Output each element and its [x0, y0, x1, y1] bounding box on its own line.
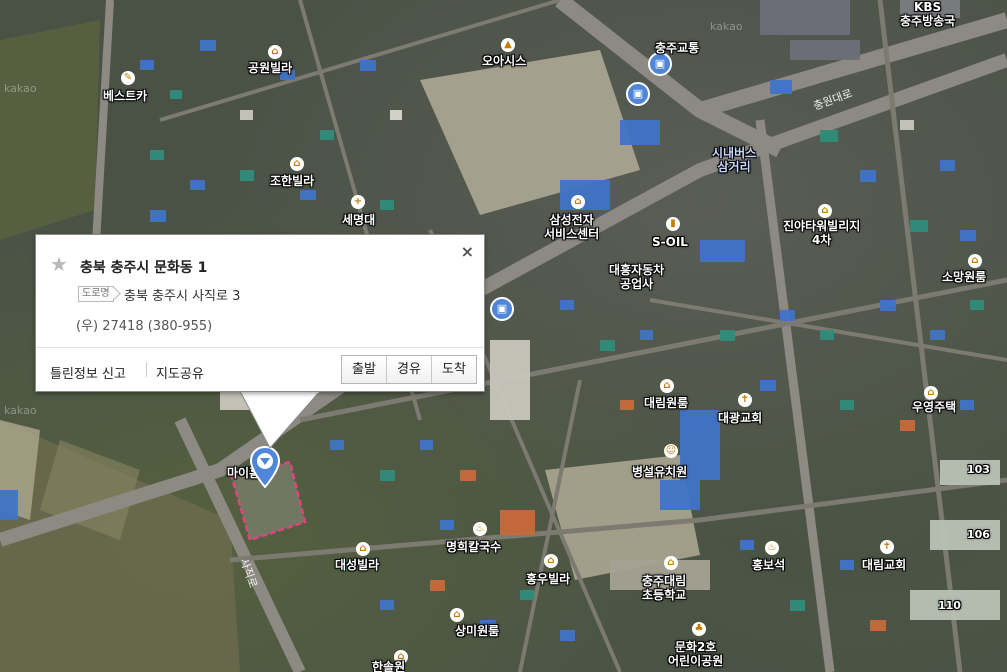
address-info-popup: ★ 충북 충주시 문화동 1 × 도로명 충북 충주시 사직로 3 (우) 27… [35, 234, 485, 392]
map-watermark: kakao [4, 82, 37, 95]
poi-label[interactable]: S-OIL [652, 235, 688, 249]
poi-label[interactable]: 홍우빌라 [526, 572, 570, 586]
popup-divider [36, 347, 484, 348]
main-road [697, 12, 1007, 118]
bus-stop-icon[interactable]: ▣ [648, 52, 672, 76]
poi-label[interactable]: 공원빌라 [248, 61, 292, 75]
main-road [755, 119, 835, 672]
location-marker-icon[interactable] [250, 446, 280, 488]
poi-label[interactable]: 오아시스 [482, 54, 526, 68]
building-icon[interactable]: ⌂ [660, 379, 674, 393]
gas-station-icon[interactable]: ▮ [666, 217, 680, 231]
poi-label[interactable]: 병설유치원 [632, 465, 687, 479]
poi-label[interactable]: 삼성전자 서비스센터 [544, 213, 599, 241]
share-map-link[interactable]: 지도공유 [156, 363, 204, 382]
poi-label[interactable]: 대림원룸 [644, 396, 688, 410]
school-icon[interactable]: ⌂ [664, 556, 678, 570]
map-watermark: kakao [4, 404, 37, 417]
church-icon[interactable]: ✝ [880, 540, 894, 554]
building-icon[interactable]: ⌂ [268, 45, 282, 59]
hotel-icon[interactable]: ▲ [501, 38, 515, 52]
apartment-number[interactable]: 103 [967, 463, 990, 477]
poi-label[interactable]: 베스트카 [103, 89, 147, 103]
poi-label[interactable]: 홍보석 [752, 558, 785, 572]
link-separator [146, 362, 147, 377]
bus-stop-icon[interactable]: ▣ [626, 82, 650, 106]
restaurant-icon[interactable]: ♨ [765, 541, 779, 555]
close-icon[interactable]: × [461, 242, 474, 261]
poi-label[interactable]: 문화2호 어린이공원 [668, 640, 723, 668]
poi-label[interactable]: 대광교회 [718, 411, 762, 425]
road-name-label: 사직로 [237, 557, 260, 590]
poi-label[interactable]: 충주교통 [655, 41, 699, 55]
favorite-star-icon[interactable]: ★ [50, 254, 68, 274]
poi-label[interactable]: 상미원룸 [455, 624, 499, 638]
road-address: 충북 충주시 사직로 3 [124, 289, 241, 304]
road-address-tag: 도로명 [78, 286, 114, 302]
kindergarten-icon[interactable]: ☺ [664, 444, 678, 458]
building-icon[interactable]: ⌂ [571, 195, 585, 209]
restaurant-icon[interactable]: ♨ [473, 522, 487, 536]
map-watermark: kakao [710, 20, 743, 33]
poi-label[interactable]: 대림교회 [862, 558, 906, 572]
hospital-icon[interactable]: + [351, 195, 365, 209]
route-start-button[interactable]: 출발 [342, 356, 386, 383]
building-icon[interactable]: ⌂ [818, 204, 832, 218]
route-button-group: 출발 경유 도착 [341, 355, 477, 384]
poi-label[interactable]: 시내버스 삼거리 [712, 146, 756, 174]
report-error-link[interactable]: 틀린정보 신고 [50, 363, 126, 382]
bus-stop-icon[interactable]: ▣ [490, 297, 514, 321]
poi-label[interactable]: KBS 충주방송국 [900, 0, 955, 28]
road-name-label: 충원대로 [812, 87, 854, 113]
poi-label[interactable]: 대흥자동차 공업사 [609, 263, 664, 291]
park-icon[interactable]: ♣ [692, 622, 706, 636]
church-icon[interactable]: ✝ [738, 393, 752, 407]
apartment-number[interactable]: 106 [967, 528, 990, 542]
building-icon[interactable]: ⌂ [968, 254, 982, 268]
building-icon[interactable]: ⌂ [356, 542, 370, 556]
building-icon[interactable]: ⌂ [450, 608, 464, 622]
building-icon[interactable]: ⌂ [924, 386, 938, 400]
poi-label[interactable]: 우영주택 [912, 400, 956, 414]
poi-label[interactable]: 진야타워빌리지 4차 [783, 219, 860, 247]
building-icon[interactable]: ⌂ [290, 157, 304, 171]
wrench-icon[interactable]: ✎ [121, 71, 135, 85]
poi-label[interactable]: 한솔원 [372, 660, 405, 672]
poi-label[interactable]: 충주대림 초등학교 [642, 574, 686, 602]
popup-title: 충북 충주시 문화동 1 [80, 260, 208, 276]
farm-field [0, 20, 100, 240]
poi-label[interactable]: 조한빌라 [270, 174, 314, 188]
poi-label[interactable]: 대성빌라 [335, 558, 379, 572]
poi-label[interactable]: 명희칼국수 [446, 540, 501, 554]
route-via-button[interactable]: 경유 [386, 356, 431, 383]
popup-pointer [240, 390, 321, 449]
poi-label[interactable]: 소망원룸 [942, 270, 986, 284]
postal-code: (우) 27418 (380-955) [76, 319, 213, 334]
route-end-button[interactable]: 도착 [431, 356, 476, 383]
building-icon[interactable]: ⌂ [544, 554, 558, 568]
apartment-number[interactable]: 110 [938, 599, 961, 613]
poi-label[interactable]: 세명대 [342, 213, 375, 227]
